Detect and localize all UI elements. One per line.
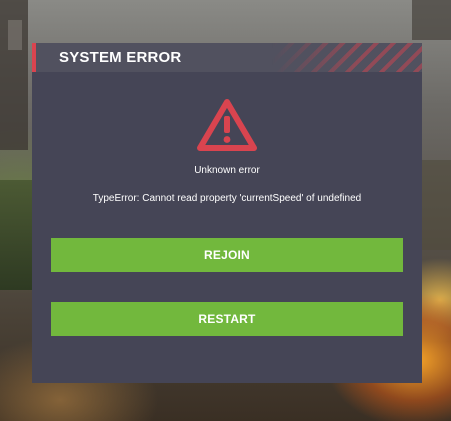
dialog-header: SYSTEM ERROR [32, 43, 422, 72]
rejoin-button[interactable]: REJOIN [51, 238, 403, 272]
header-accent-bar [32, 43, 36, 72]
background-ruin [412, 0, 451, 40]
dialog-title: SYSTEM ERROR [59, 49, 182, 66]
background-tank [0, 180, 34, 290]
error-message: Unknown error [194, 165, 260, 176]
background-ruin [8, 20, 22, 50]
error-detail: TypeError: Cannot read property 'current… [92, 193, 362, 204]
warning-icon [197, 99, 257, 151]
background-ruin [420, 160, 451, 250]
restart-button[interactable]: RESTART [51, 302, 403, 336]
system-error-dialog: SYSTEM ERROR Unknown error TypeError: Ca… [32, 43, 422, 383]
header-stripes [272, 43, 422, 72]
